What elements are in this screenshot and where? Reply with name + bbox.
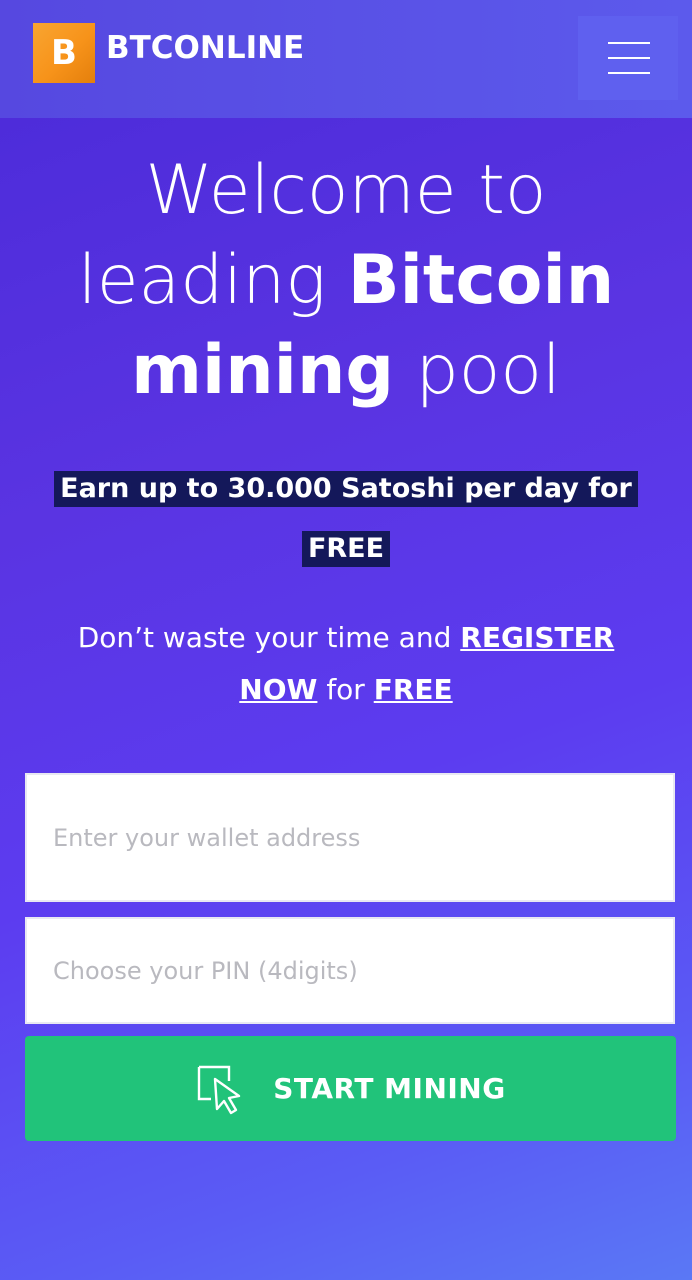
bitcoin-logo-icon[interactable]: B — [33, 23, 95, 83]
earn-text: Earn up to 30.000 Satoshi per day for — [54, 471, 638, 507]
hero-title-mining: mining — [131, 331, 395, 410]
hero-title-bitcoin: Bitcoin — [347, 241, 615, 320]
brand-name[interactable]: BTCONLINE — [106, 30, 304, 66]
hero-title-line-2: leading Bitcoin — [20, 236, 672, 326]
start-mining-button[interactable]: START MINING — [25, 1036, 676, 1141]
hero-title-line-1: Welcome to — [145, 151, 547, 230]
earn-free: FREE — [301, 531, 391, 567]
cursor-click-icon — [198, 1065, 241, 1114]
start-mining-label: START MINING — [273, 1072, 506, 1105]
register-link[interactable]: REGISTER — [460, 621, 614, 654]
wallet-address-input[interactable] — [25, 773, 675, 902]
pin-input[interactable] — [25, 917, 675, 1024]
earn-banner: Earn up to 30.000 Satoshi per day for — [0, 471, 692, 507]
hero-title-pool: pool — [394, 331, 561, 410]
register-middle: for — [317, 673, 374, 706]
free-link[interactable]: FREE — [374, 673, 453, 706]
register-prompt: Don’t waste your time and REGISTER NOW fo… — [20, 612, 672, 716]
hamburger-menu-button[interactable] — [578, 16, 678, 100]
hamburger-menu-icon — [608, 72, 650, 74]
earn-banner-free: FREE — [0, 531, 692, 567]
logo-glyph: B — [51, 33, 77, 73]
hamburger-menu-icon — [608, 42, 650, 44]
register-prefix: Don’t waste your time and — [77, 621, 461, 654]
hero-title: Welcome to leading Bitcoin mining pool — [20, 146, 672, 416]
hero-title-leading: leading — [77, 241, 348, 320]
top-navbar: B BTCONLINE — [0, 0, 692, 118]
hamburger-menu-icon — [608, 57, 650, 59]
now-link[interactable]: NOW — [239, 673, 317, 706]
hero-title-line-3: mining pool — [20, 326, 672, 416]
